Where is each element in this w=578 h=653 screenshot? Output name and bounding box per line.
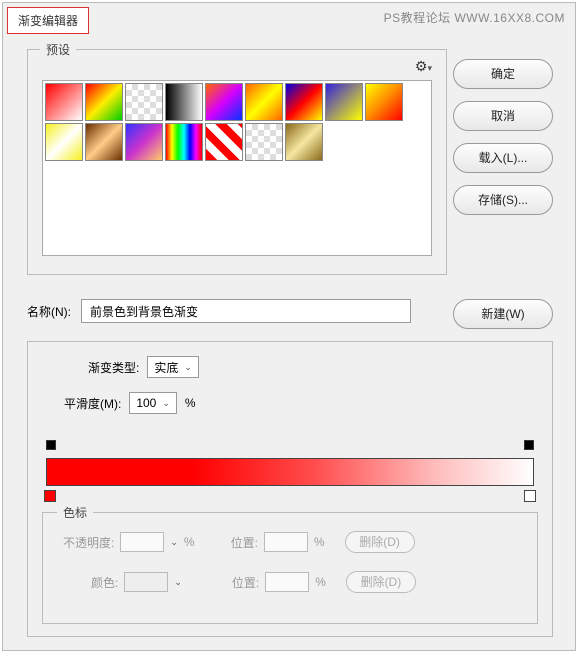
preset-swatch[interactable] — [45, 83, 83, 121]
position-label: 位置: — [232, 574, 259, 591]
opacity-label: 不透明度: — [63, 534, 114, 551]
preset-swatch[interactable] — [45, 123, 83, 161]
color-row: 颜色: ⌄ 位置: % 删除(D) — [91, 571, 537, 593]
preset-list — [42, 80, 432, 256]
smooth-input[interactable]: 100 ⌄ — [129, 392, 177, 414]
dialog: 渐变编辑器 PS教程论坛 WWW.16XX8.COM 预设 ⚙▾ — [2, 2, 576, 651]
chevron-down-icon: ⌄ — [174, 577, 182, 588]
ok-button[interactable]: 确定 — [453, 59, 553, 89]
name-row: 名称(N): — [27, 299, 411, 323]
position-input[interactable] — [264, 532, 308, 552]
delete-color-button[interactable]: 删除(D) — [346, 571, 416, 593]
percent-label: % — [184, 535, 195, 549]
type-select[interactable]: 实底 ⌄ — [147, 356, 199, 378]
load-button[interactable]: 载入(L)... — [453, 143, 553, 173]
percent-label: % — [314, 535, 325, 549]
opacity-stop-right[interactable] — [524, 440, 534, 450]
gear-icon[interactable]: ⚙▾ — [415, 58, 432, 75]
stops-legend: 色标 — [57, 504, 93, 521]
type-label: 渐变类型: — [88, 359, 139, 376]
chevron-down-icon: ⌄ — [170, 537, 178, 548]
new-button[interactable]: 新建(W) — [453, 299, 553, 329]
type-value: 实底 — [154, 359, 178, 376]
preset-swatch[interactable] — [285, 123, 323, 161]
color-label: 颜色: — [91, 574, 118, 591]
color-input[interactable] — [124, 572, 168, 592]
watermark-text: PS教程论坛 WWW.16XX8.COM — [384, 9, 565, 26]
dialog-title-text: 渐变编辑器 — [18, 14, 78, 28]
preset-swatch[interactable] — [85, 83, 123, 121]
gradient-bar[interactable] — [46, 458, 534, 486]
opacity-stop-left[interactable] — [46, 440, 56, 450]
stops-group: 色标 不透明度: ⌄ % 位置: % 删除(D) 颜色: ⌄ 位置: % 删除(… — [42, 512, 538, 624]
position-label: 位置: — [231, 534, 258, 551]
smooth-label: 平滑度(M): — [64, 395, 121, 412]
preset-swatch[interactable] — [325, 83, 363, 121]
presets-group: 预设 ⚙▾ — [27, 49, 447, 275]
dialog-title: 渐变编辑器 — [7, 7, 89, 34]
cancel-button[interactable]: 取消 — [453, 101, 553, 131]
color-stop-left[interactable] — [44, 490, 56, 502]
type-row: 渐变类型: 实底 ⌄ — [88, 356, 552, 378]
chevron-down-icon: ⌄ — [162, 398, 170, 409]
preset-swatch[interactable] — [245, 83, 283, 121]
preset-swatch[interactable] — [125, 83, 163, 121]
save-button[interactable]: 存储(S)... — [453, 185, 553, 215]
preset-swatch[interactable] — [165, 83, 203, 121]
chevron-down-icon: ⌄ — [184, 362, 192, 373]
name-input[interactable] — [81, 299, 411, 323]
preset-swatch[interactable] — [85, 123, 123, 161]
preset-swatch[interactable] — [245, 123, 283, 161]
preset-swatch[interactable] — [365, 83, 403, 121]
percent-label: % — [315, 575, 326, 589]
preset-swatch[interactable] — [165, 123, 203, 161]
smooth-value: 100 — [136, 396, 156, 410]
preset-swatch[interactable] — [205, 83, 243, 121]
gradient-group: 渐变类型: 实底 ⌄ 平滑度(M): 100 ⌄ % 色标 不透明度: ⌄ % 位置… — [27, 341, 553, 637]
smooth-row: 平滑度(M): 100 ⌄ % — [64, 392, 552, 414]
position-input[interactable] — [265, 572, 309, 592]
percent-label: % — [185, 396, 196, 410]
color-stop-right[interactable] — [524, 490, 536, 502]
button-column: 确定 取消 载入(L)... 存储(S)... — [453, 59, 553, 215]
name-label: 名称(N): — [27, 303, 71, 320]
delete-opacity-button[interactable]: 删除(D) — [345, 531, 415, 553]
preset-swatch[interactable] — [205, 123, 243, 161]
preset-swatch[interactable] — [285, 83, 323, 121]
opacity-row: 不透明度: ⌄ % 位置: % 删除(D) — [63, 531, 537, 553]
opacity-input[interactable] — [120, 532, 164, 552]
presets-legend: 预设 — [40, 41, 76, 58]
preset-swatch[interactable] — [125, 123, 163, 161]
